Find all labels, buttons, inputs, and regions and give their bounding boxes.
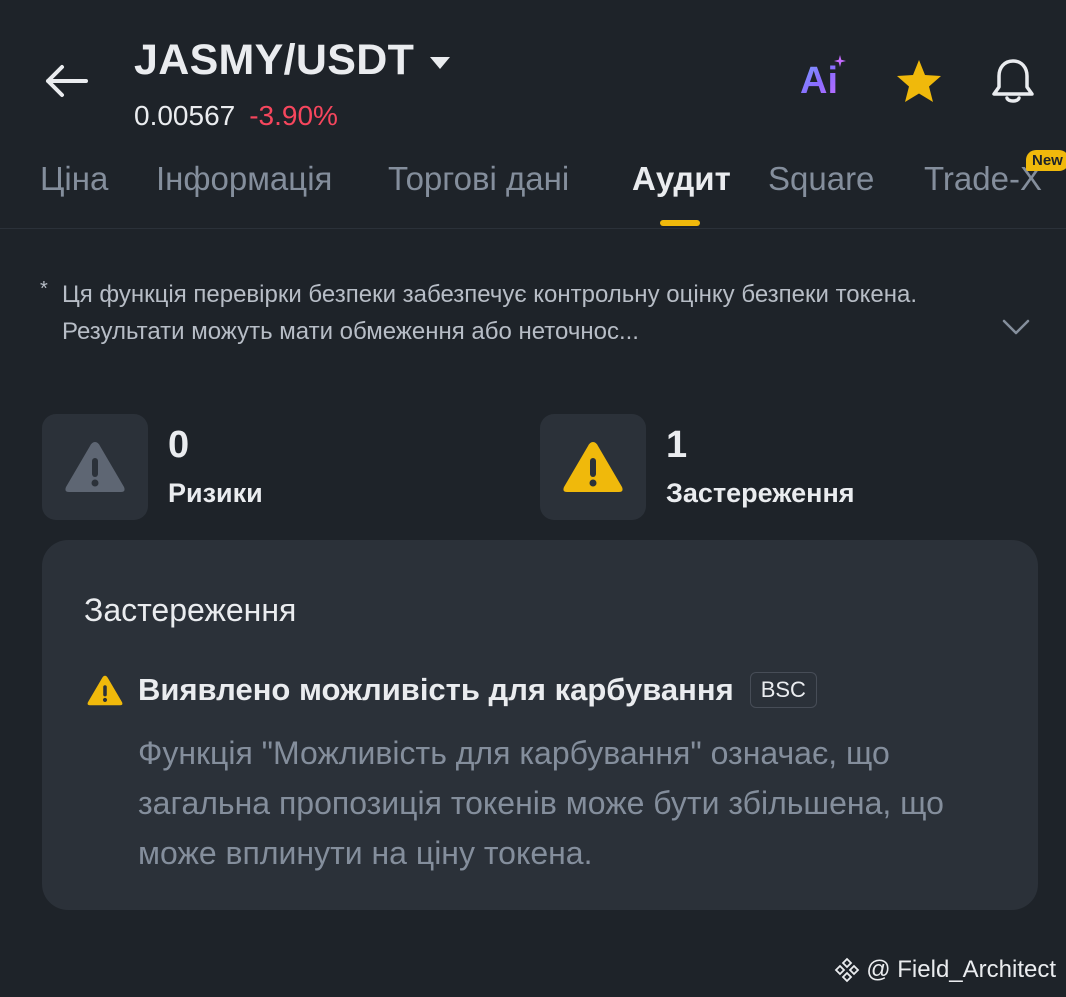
warning-icon [563, 442, 623, 492]
disclaimer-text: Ця функція перевірки безпеки забезпечує … [62, 281, 918, 345]
chevron-down-icon[interactable] [1002, 318, 1030, 336]
new-badge: New [1026, 150, 1066, 171]
warnings-label: Застереження [666, 478, 855, 508]
back-button[interactable] [40, 58, 92, 104]
star-icon [897, 60, 941, 102]
price-row: 0.00567 -3.90% [134, 100, 338, 132]
warning-item-title: Виявлено можливість для карбування [138, 672, 734, 707]
warnings-card: Застереження Виявлено можливість для кар… [42, 540, 1038, 910]
ai-icon: Ai [800, 59, 838, 102]
risks-icon-box [42, 414, 148, 520]
tab-bar: Ціна Інформація Торгові дані Аудит Squar… [0, 150, 1066, 229]
card-title: Застереження [84, 592, 297, 628]
warnings-count: 1 [666, 424, 688, 466]
tab-audit[interactable]: Аудит [632, 160, 731, 198]
risks-stat: 0 Ризики [42, 414, 263, 520]
tab-square[interactable]: Square [768, 160, 874, 198]
tab-trading-data[interactable]: Торгові дані [388, 160, 569, 198]
warning-item-description: Функція "Можливість для карбування" озна… [138, 735, 944, 871]
header-actions: Ai [800, 55, 1038, 106]
header: JASMY/USDT 0.00567 -3.90% Ai [0, 0, 1066, 150]
tab-trade-x[interactable]: Trade-X [924, 160, 1042, 198]
watermark: @ Field_Architect [834, 956, 1056, 984]
back-arrow-icon [46, 65, 88, 97]
warning-icon [65, 442, 125, 492]
warning-icon [87, 675, 123, 705]
caret-down-icon [430, 56, 451, 69]
risks-count: 0 [168, 424, 190, 466]
tab-price[interactable]: Ціна [40, 160, 108, 198]
warnings-icon-box [540, 414, 646, 520]
watermark-text: @ Field_Architect [866, 956, 1056, 983]
chain-badge: BSC [749, 672, 817, 708]
binance-logo-icon [834, 957, 860, 983]
alert-button[interactable] [988, 56, 1038, 106]
warnings-stat: 1 Застереження [540, 414, 855, 520]
tab-info[interactable]: Інформація [156, 160, 332, 198]
pair-name: JASMY/USDT [134, 36, 415, 84]
favorite-button[interactable] [894, 56, 944, 106]
active-tab-indicator [660, 220, 700, 226]
sparkle-icon [834, 55, 846, 67]
last-price: 0.00567 [134, 100, 236, 131]
price-change: -3.90% [249, 100, 338, 131]
bell-icon [992, 59, 1034, 103]
risks-label: Ризики [168, 478, 263, 508]
pair-selector[interactable]: JASMY/USDT [134, 36, 452, 85]
warning-item-header: Виявлено можливість для карбування BSC [86, 672, 817, 708]
disclaimer-asterisk: * [40, 278, 48, 300]
ai-button[interactable]: Ai [800, 55, 850, 106]
